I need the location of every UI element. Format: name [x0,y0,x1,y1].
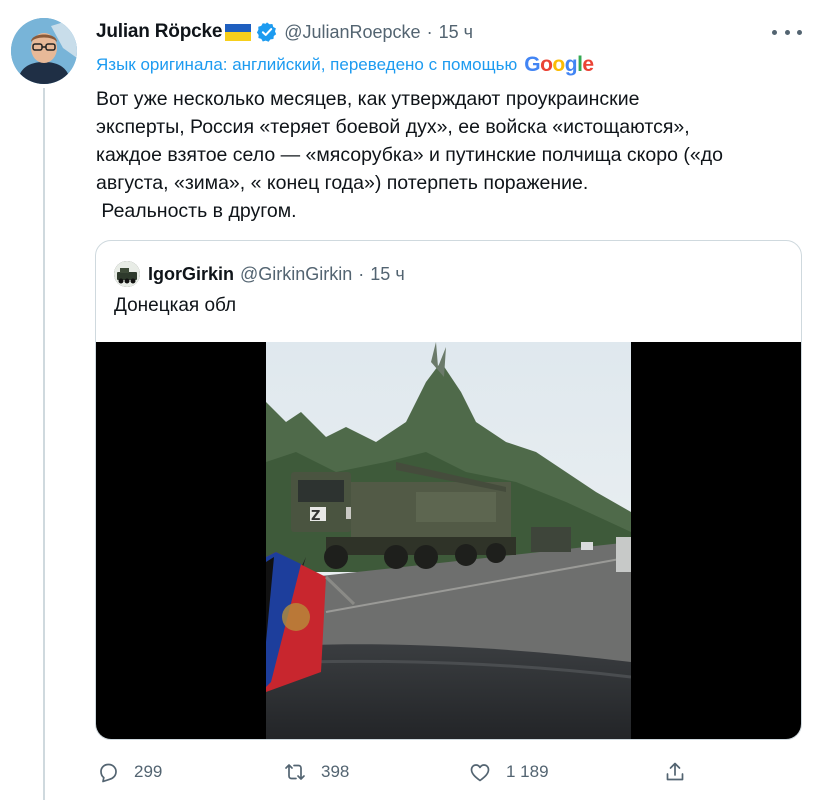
like-button[interactable]: 1 189 [468,757,549,787]
quoted-tweet-text: Донецкая обл [114,295,237,316]
tweet-text-line: Вот уже несколько месяцев, как утверждаю… [96,88,640,110]
more-dot-icon [784,29,790,35]
reply-icon [100,763,117,783]
quoted-avatar [114,261,140,287]
video-thumbnail: Z [266,342,631,739]
heart-icon [470,764,490,782]
tweet-timestamp[interactable]: 15 ч [439,22,473,43]
reply-count: 299 [134,762,163,781]
avatar[interactable] [11,18,77,84]
svg-text:Z: Z [311,509,320,524]
quoted-display-name: IgorGirkin [148,263,235,284]
author-display-name[interactable]: Julian Röpcke [96,21,222,43]
retweet-icon [285,764,305,780]
tweet-text: Вот уже несколько месяцев, как утверждаю… [96,85,796,225]
tweet-text-line: каждое взятое село — «мясорубка» и путин… [96,144,723,166]
tweet-text-line: эксперты, Россия «теряет боевой дух», ее… [96,116,690,138]
separator-dot: · [426,21,433,42]
separator-dot: · [358,263,365,284]
ukraine-flag-icon [225,23,252,41]
tweet-text-line: августа, «зима», « конец года») потерпет… [96,172,589,194]
tweet-actions: 299 398 1 189 [96,757,796,787]
google-logo: Google [524,53,594,76]
like-count: 1 189 [506,762,549,781]
quoted-tweet-header: IgorGirkin @GirkinGirkin · 15 ч [114,261,405,287]
verified-badge-icon [257,22,277,42]
tweet-text-line: Реальность в другом. [96,200,297,222]
video-player[interactable]: Z [96,342,801,739]
more-options-button[interactable] [772,22,802,42]
more-dot-icon [797,29,802,35]
reply-button[interactable]: 299 [96,757,162,787]
translation-label: Язык оригинала: английский, переведено с… [96,55,518,74]
share-button[interactable] [663,757,687,787]
translation-link[interactable]: Язык оригинала: английский, переведено с… [96,53,594,77]
share-icon [666,762,684,781]
retweet-count: 398 [321,762,350,781]
quoted-handle: @GirkinGirkin [240,263,353,284]
quoted-tweet-card[interactable]: IgorGirkin @GirkinGirkin · 15 ч Донецкая… [95,240,802,740]
author-handle[interactable]: @JulianRoepcke [284,22,420,43]
more-dot-icon [772,29,777,35]
thread-line [43,88,45,800]
retweet-button[interactable]: 398 [283,757,349,787]
tweet-header: Julian Röpcke @JulianRoepcke · 15 ч [96,20,473,44]
quoted-timestamp: 15 ч [370,263,405,284]
